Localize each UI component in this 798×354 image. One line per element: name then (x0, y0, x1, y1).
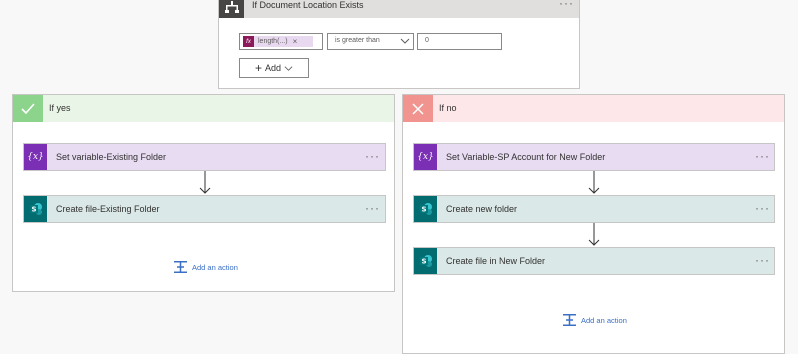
action-title: Set Variable-SP Account for New Folder (446, 152, 606, 162)
add-an-action-label: Add an action (192, 262, 238, 272)
action-set-variable-sp-account[interactable]: {x} Set Variable-SP Account for New Fold… (413, 143, 775, 171)
action-more-icon[interactable]: ··· (365, 202, 380, 214)
condition-expression-field[interactable]: fx length(...) × (239, 33, 323, 50)
add-condition-button[interactable]: + Add (239, 58, 309, 78)
action-title: Create new folder (446, 204, 518, 214)
chevron-down-icon (284, 65, 293, 71)
action-set-variable-existing-folder[interactable]: {x} Set variable-Existing Folder ··· (23, 143, 386, 171)
condition-icon (219, 0, 244, 18)
add-an-action-button[interactable]: Add an action (563, 314, 627, 326)
branch-if-no: If no {x} Set Variable-SP Account for Ne… (402, 94, 785, 354)
arrow-down-icon (199, 171, 211, 194)
arrow-down-icon (588, 171, 600, 194)
condition-header[interactable]: If Document Location Exists ··· (219, 0, 579, 18)
operator-value: is greater than (335, 37, 380, 44)
variable-icon: {x} (414, 144, 437, 170)
action-create-file-in-new-folder[interactable]: S Create file in New Folder ··· (413, 247, 775, 275)
action-title: Set variable-Existing Folder (56, 152, 167, 162)
branch-yes-label: If yes (49, 103, 71, 113)
plus-icon: + (254, 61, 262, 75)
condition-value-field[interactable]: 0 (417, 33, 502, 50)
close-icon (403, 95, 433, 122)
fx-icon: fx (243, 36, 254, 47)
sharepoint-icon: S (414, 196, 437, 222)
action-create-file-existing-folder[interactable]: S Create file-Existing Folder ··· (23, 195, 386, 223)
branch-if-yes: If yes {x} Set variable-Existing Folder … (12, 94, 395, 292)
sharepoint-icon: S (414, 248, 437, 274)
action-more-icon[interactable]: ··· (755, 254, 770, 266)
add-an-action-button[interactable]: Add an action (174, 261, 238, 273)
branch-yes-header[interactable]: If yes (13, 95, 394, 122)
expression-token-label: length(...) (258, 38, 288, 45)
branch-no-header[interactable]: If no (403, 95, 784, 122)
insert-action-icon (563, 314, 576, 326)
insert-action-icon (174, 261, 187, 273)
action-title: Create file-Existing Folder (56, 204, 160, 214)
chevron-down-icon (400, 38, 410, 44)
variable-icon: {x} (24, 144, 47, 170)
action-title: Create file in New Folder (446, 256, 546, 266)
token-remove-icon[interactable]: × (293, 37, 298, 46)
action-more-icon[interactable]: ··· (365, 150, 380, 162)
action-more-icon[interactable]: ··· (755, 202, 770, 214)
condition-card[interactable]: If Document Location Exists ··· fx lengt… (218, 0, 580, 89)
svg-text:S: S (31, 206, 36, 214)
svg-text:S: S (421, 258, 426, 266)
arrow-down-icon (588, 223, 600, 246)
checkmark-icon (13, 95, 43, 122)
expression-token[interactable]: fx length(...) × (243, 36, 313, 47)
operator-dropdown[interactable]: is greater than (327, 33, 414, 50)
action-create-new-folder[interactable]: S Create new folder ··· (413, 195, 775, 223)
condition-title: If Document Location Exists (252, 0, 364, 10)
svg-text:S: S (421, 206, 426, 214)
sharepoint-icon: S (24, 196, 47, 222)
branch-no-label: If no (439, 103, 457, 113)
action-more-icon[interactable]: ··· (755, 150, 770, 162)
condition-more-icon[interactable]: ··· (559, 0, 574, 9)
condition-value: 0 (425, 37, 429, 44)
add-button-label: Add (265, 63, 282, 73)
add-an-action-label: Add an action (581, 315, 627, 325)
